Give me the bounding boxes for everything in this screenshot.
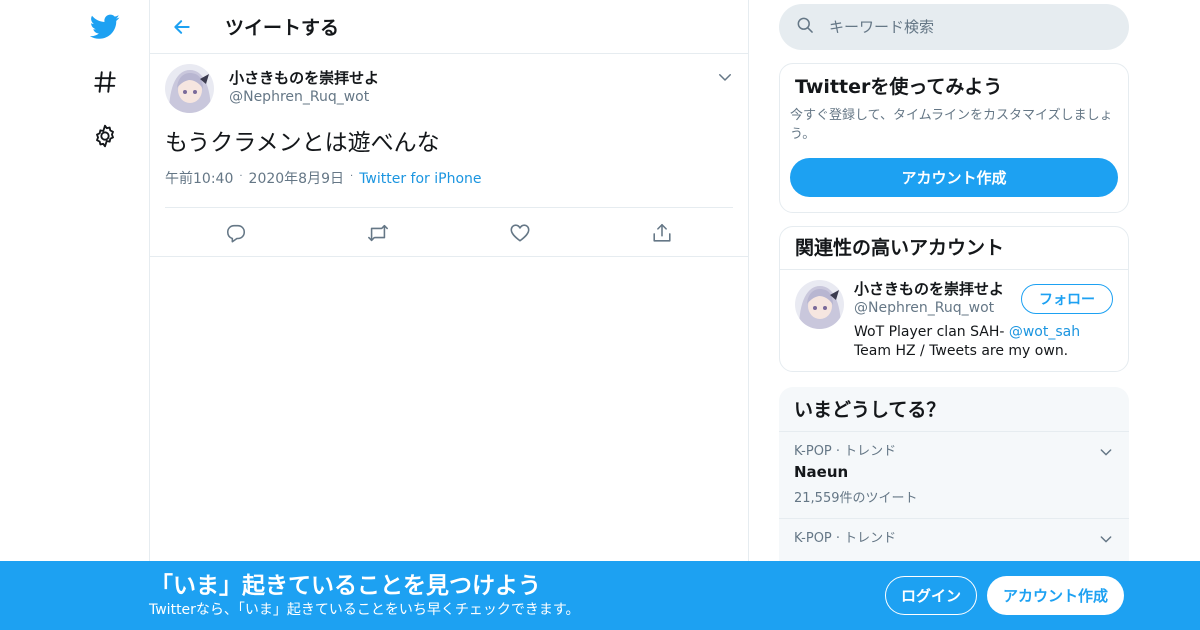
reply-icon[interactable] [219, 216, 253, 250]
separator-dot: · [239, 171, 243, 182]
tweet-text: もうクラメンとは遊べんな [165, 130, 440, 156]
hashtag-icon[interactable] [88, 65, 122, 99]
follow-button[interactable]: フォロー [1021, 284, 1113, 314]
chevron-down-icon[interactable] [1098, 444, 1114, 460]
trend-count: 21,559件のツイート [794, 491, 918, 506]
tweet-time[interactable]: 午前10:40 [165, 171, 233, 187]
search-bar[interactable] [779, 4, 1129, 50]
main-column: ツイートする 小さきものを崇拝せよ @Nephren_Ruq_wot もうクラメ… [149, 0, 749, 630]
banner-signup-button[interactable]: アカウント作成 [987, 576, 1124, 615]
banner-title: 「いま」起きていることを見つけよう [150, 573, 541, 599]
author-name[interactable]: 小さきものを崇拝せよ [229, 68, 379, 88]
page-title: ツイートする [225, 17, 340, 39]
bio-text-line2: Team HZ / Tweets are my own. [854, 343, 1069, 359]
trend-item[interactable]: K-POP · トレンド Naeun 21,559件のツイート [779, 432, 1129, 519]
tweet-author: 小さきものを崇拝せよ @Nephren_Ruq_wot [229, 68, 379, 106]
trend-category: K-POP · トレンド [794, 444, 897, 459]
login-button[interactable]: ログイン [885, 576, 977, 615]
tweet-date[interactable]: 2020年8月9日 [249, 171, 344, 187]
avatar[interactable] [795, 280, 844, 329]
search-icon [795, 15, 815, 39]
bio-mention-link[interactable]: @wot_sah [1009, 324, 1080, 340]
share-icon[interactable] [645, 216, 679, 250]
signup-card: Twitterを使ってみよう 今すぐ登録して、タイムラインをカスタマイズしましょ… [779, 63, 1129, 213]
like-icon[interactable] [503, 216, 537, 250]
chevron-down-icon[interactable] [1098, 531, 1114, 547]
right-sidebar: Twitterを使ってみよう 今すぐ登録して、タイムラインをカスタマイズしましょ… [779, 0, 1129, 606]
chevron-down-icon[interactable] [716, 68, 734, 86]
tweet: 小さきものを崇拝せよ @Nephren_Ruq_wot もうクラメンとは遊べんな… [150, 54, 748, 257]
avatar[interactable] [165, 64, 214, 113]
signup-button[interactable]: アカウント作成 [790, 158, 1118, 197]
related-account-bio: WoT Player clan SAH- @wot_sah Team HZ / … [854, 323, 1114, 361]
back-arrow-icon[interactable] [165, 10, 199, 44]
trend-category: K-POP · トレンド [794, 531, 897, 546]
tweet-source-link[interactable]: Twitter for iPhone [359, 171, 481, 187]
search-input[interactable] [829, 18, 1089, 36]
left-nav [0, 0, 150, 630]
trend-name: Naeun [794, 463, 849, 481]
main-header: ツイートする [150, 0, 748, 54]
author-handle[interactable]: @Nephren_Ruq_wot [229, 88, 379, 106]
signup-card-title: Twitterを使ってみよう [795, 76, 1003, 98]
retweet-icon[interactable] [361, 216, 395, 250]
tweet-meta: 午前10:40 · 2020年8月9日 · Twitter for iPhone [165, 169, 733, 191]
twitter-bird-icon[interactable] [88, 10, 122, 44]
tweet-actions [165, 207, 733, 257]
bio-text: WoT Player clan SAH- [854, 324, 1009, 340]
related-accounts-title: 関連性の高いアカウント [780, 227, 1128, 270]
related-account-row[interactable]: 小さきものを崇拝せよ @Nephren_Ruq_wot WoT Player c… [780, 270, 1128, 371]
related-accounts-card: 関連性の高いアカウント 小さきものを崇拝せよ @Nephren_Ruq_wot … [779, 226, 1129, 372]
settings-gear-icon[interactable] [88, 119, 122, 153]
signup-card-description: 今すぐ登録して、タイムラインをカスタマイズしましょう。 [790, 108, 1113, 142]
separator-dot: · [350, 171, 354, 182]
signup-banner: 「いま」起きていることを見つけよう Twitterなら、「いま」起きていることを… [0, 561, 1200, 630]
trends-title: いまどうしてる？ [779, 387, 1129, 432]
banner-subtitle: Twitterなら、「いま」起きていることをいち早くチェックできます。 [149, 602, 580, 618]
